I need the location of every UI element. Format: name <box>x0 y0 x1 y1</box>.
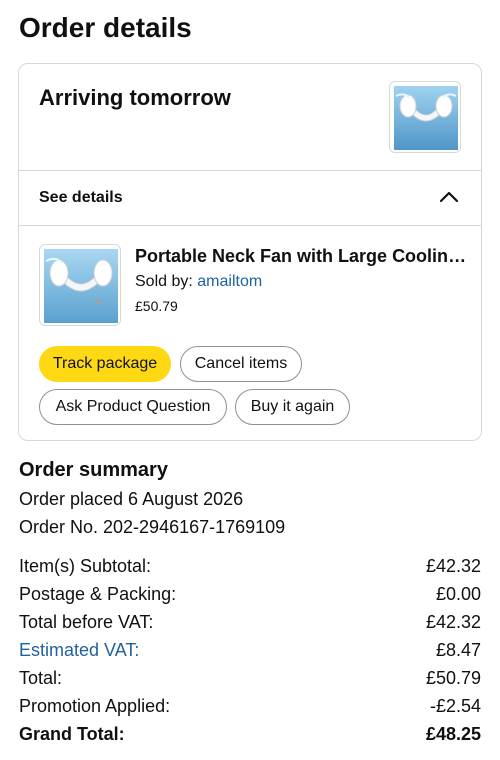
summary-label: Postage & Packing: <box>19 584 177 604</box>
arrival-status: Arriving tomorrow <box>39 85 231 110</box>
summary-label: Total before VAT: <box>19 612 154 632</box>
neck-fan-product-image <box>394 86 458 150</box>
summary-label: Grand Total: <box>19 724 125 744</box>
track-package-button[interactable]: Track package <box>39 346 171 382</box>
order-summary-title: Order summary <box>19 459 168 481</box>
order-placed-date: Order placed 6 August 2026 <box>19 489 244 509</box>
summary-row-total-before-vat: Total before VAT: £42.32 <box>19 612 481 636</box>
summary-row-total: Total: £50.79 <box>19 668 481 692</box>
buy-it-again-button[interactable]: Buy it again <box>235 389 350 425</box>
divider <box>19 225 481 226</box>
see-details-toggle[interactable]: See details <box>19 171 481 225</box>
summary-value: £50.79 <box>425 668 481 688</box>
summary-value: £48.25 <box>425 724 481 744</box>
arrival-product-thumbnail[interactable] <box>389 81 461 153</box>
summary-label: Total: <box>19 668 63 688</box>
summary-value: -£2.54 <box>429 696 481 716</box>
summary-value: £42.32 <box>425 556 481 576</box>
seller-link[interactable]: amailtom <box>197 273 262 290</box>
ask-product-question-button[interactable]: Ask Product Question <box>39 389 227 425</box>
summary-value: £8.47 <box>435 640 481 660</box>
summary-label: Item(s) Subtotal: <box>19 556 152 576</box>
sold-by-prefix: Sold by: <box>135 273 193 290</box>
arrival-row[interactable]: Arriving tomorrow <box>19 64 481 170</box>
item-price: £50.79 <box>135 298 178 314</box>
neck-fan-product-image <box>44 249 118 323</box>
estimated-vat-link[interactable]: Estimated VAT: <box>19 640 139 661</box>
order-number: Order No. 202-2946167-1769109 <box>19 517 286 537</box>
summary-row-grand-total: Grand Total: £48.25 <box>19 724 481 748</box>
shipment-card: Arriving tomorrow See details Portable N… <box>18 63 482 441</box>
cancel-items-button[interactable]: Cancel items <box>180 346 302 382</box>
summary-row-estimated-vat: Estimated VAT: £8.47 <box>19 640 481 664</box>
summary-label: Promotion Applied: <box>19 696 171 716</box>
sold-by-line: Sold by: amailtom <box>135 273 262 291</box>
page-title: Order details <box>19 12 192 43</box>
item-title-link[interactable]: Portable Neck Fan with Large Cooling Are… <box>135 246 467 267</box>
see-details-label: See details <box>39 189 123 206</box>
summary-row-promotion: Promotion Applied: -£2.54 <box>19 696 481 720</box>
summary-row-postage: Postage & Packing: £0.00 <box>19 584 481 608</box>
summary-value: £0.00 <box>435 584 481 604</box>
item-product-thumbnail[interactable] <box>39 244 121 326</box>
summary-value: £42.32 <box>425 612 481 632</box>
summary-row-subtotal: Item(s) Subtotal: £42.32 <box>19 556 481 580</box>
chevron-up-icon[interactable] <box>437 185 461 209</box>
